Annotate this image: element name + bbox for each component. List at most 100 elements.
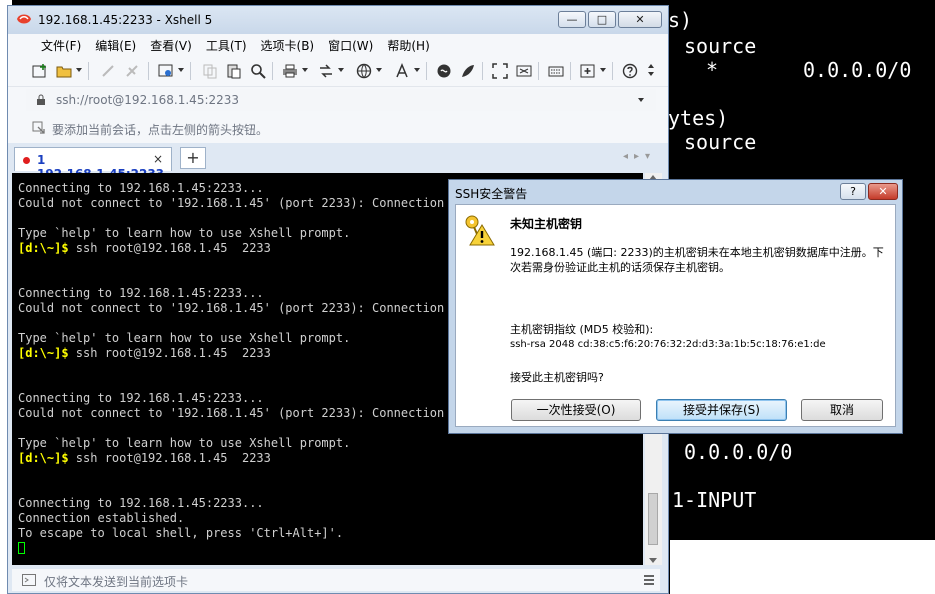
- properties-icon[interactable]: [158, 63, 174, 79]
- maximize-icon: □: [596, 13, 608, 26]
- menu-help[interactable]: 帮助(H): [380, 37, 436, 54]
- add-session-arrow-icon[interactable]: [32, 121, 46, 135]
- menu-tools[interactable]: 工具(T): [199, 37, 254, 54]
- chevron-down-icon[interactable]: [414, 68, 420, 72]
- dialog-body: 未知主机密钥 192.168.1.45 (端口: 2233)的主机密钥未在本地主…: [455, 204, 896, 427]
- bg-line: 0.0.0.0/0: [803, 58, 912, 82]
- menu-view[interactable]: 查看(V): [143, 37, 199, 54]
- chevron-down-icon[interactable]: [638, 98, 644, 102]
- window-title: 192.168.1.45:2233 - Xshell 5: [38, 13, 213, 27]
- tab-bar: 1 192.168.1.45:2233 × + ◂▸▾: [8, 143, 668, 181]
- compose-placeholder: 仅将文本发送到当前选项卡: [44, 575, 189, 589]
- terminal-text: ssh root@192.168.1.45 2233: [68, 241, 271, 255]
- scroll-thumb[interactable]: [648, 493, 658, 545]
- chevron-down-icon[interactable]: [376, 68, 382, 72]
- fullscreen-icon[interactable]: [492, 63, 508, 79]
- terminal-text: Connecting to 192.168.1.45:2233...: [18, 391, 264, 405]
- help-icon[interactable]: [622, 63, 638, 79]
- close-button[interactable]: ✕: [618, 11, 662, 28]
- menu-tabs[interactable]: 选项卡(B): [254, 37, 322, 54]
- bg-line: *: [706, 58, 719, 82]
- tab-scroll-arrows-icon[interactable]: ◂▸▾: [623, 151, 656, 162]
- chevron-down-icon[interactable]: [178, 68, 184, 72]
- terminal-line: Type `help' to learn how to use Xshell p…: [18, 226, 350, 240]
- tab-session-1[interactable]: 1 192.168.1.45:2233 ×: [14, 147, 172, 181]
- terminal-text: Could not connect to '192.168.1.45' (por…: [18, 406, 466, 420]
- add-icon[interactable]: [580, 63, 596, 79]
- copy-icon: [203, 64, 217, 79]
- transfer-icon[interactable]: [318, 63, 334, 79]
- disconnect-icon: [126, 65, 138, 77]
- connect-icon: [102, 65, 114, 77]
- terminal-text: To escape to local shell, press 'Ctrl+Al…: [18, 526, 344, 540]
- address-text: ssh://root@192.168.1.45:2233: [56, 93, 240, 107]
- fingerprint-value: ssh-rsa 2048 cd:38:c5:f6:20:76:32:2d:d3:…: [510, 339, 826, 350]
- terminal-text: Could not connect to '192.168.1.45' (por…: [18, 196, 466, 210]
- new-session-icon[interactable]: [32, 63, 48, 79]
- terminal-cursor: [18, 542, 25, 554]
- dialog-title: SSH安全警告: [455, 187, 528, 201]
- address-bar: ssh://root@192.168.1.45:2233: [8, 87, 668, 113]
- terminal-text: ssh root@192.168.1.45 2233: [68, 346, 271, 360]
- lock-screen-icon[interactable]: [516, 63, 532, 79]
- minimize-icon: —: [566, 13, 578, 26]
- terminal-line: Could not connect to '192.168.1.45' (por…: [18, 406, 466, 420]
- xftp-icon[interactable]: [460, 63, 476, 79]
- globe-icon[interactable]: [356, 63, 372, 79]
- scroll-down-icon[interactable]: [649, 558, 657, 563]
- menu-edit[interactable]: 编辑(E): [88, 37, 143, 54]
- terminal-line: [d:\~]$ ssh root@192.168.1.45 2233: [18, 346, 271, 360]
- accept-and-save-button[interactable]: 接受并保存(S): [656, 399, 787, 421]
- terminal-text: Connecting to 192.168.1.45:2233...: [18, 286, 264, 300]
- chevron-up-icon[interactable]: [648, 64, 654, 68]
- tab-close-icon[interactable]: ×: [153, 152, 163, 166]
- terminal-line: Type `help' to learn how to use Xshell p…: [18, 331, 350, 345]
- compose-icon: [22, 574, 36, 586]
- terminal-line: Type `help' to learn how to use Xshell p…: [18, 436, 350, 450]
- keyboard-icon[interactable]: [548, 63, 564, 79]
- accept-once-button[interactable]: 一次性接受(O): [511, 399, 641, 421]
- dialog-close-button[interactable]: ✕: [868, 183, 898, 200]
- terminal-line: Connecting to 192.168.1.45:2233...: [18, 181, 264, 195]
- dialog-help-button[interactable]: ?: [840, 183, 866, 200]
- maximize-button[interactable]: □: [588, 11, 616, 28]
- open-folder-icon[interactable]: [56, 63, 72, 79]
- chevron-down-icon[interactable]: [76, 68, 82, 72]
- font-icon[interactable]: [394, 63, 410, 79]
- title-bar[interactable]: 192.168.1.45:2233 - Xshell 5 — □ ✕: [8, 6, 668, 34]
- terminal-line: Connecting to 192.168.1.45:2233...: [18, 391, 264, 405]
- menu-icon[interactable]: [642, 573, 656, 587]
- background-window-bottom: [670, 540, 935, 594]
- menu-file[interactable]: 文件(F): [34, 37, 88, 54]
- cancel-button[interactable]: 取消: [801, 399, 883, 421]
- fingerprint-label: 主机密钥指纹 (MD5 校验和):: [510, 323, 654, 336]
- terminal-line: Could not connect to '192.168.1.45' (por…: [18, 196, 466, 210]
- dialog-question: 接受此主机密钥吗?: [510, 371, 604, 384]
- add-tab-button[interactable]: +: [180, 147, 206, 169]
- print-icon[interactable]: [282, 63, 298, 79]
- terminal-line: Connecting to 192.168.1.45:2233...: [18, 286, 264, 300]
- menu-bar: 文件(F) 编辑(E) 查看(V) 工具(T) 选项卡(B) 窗口(W) 帮助(…: [8, 34, 668, 56]
- script-icon[interactable]: [436, 63, 452, 79]
- find-icon[interactable]: [250, 63, 266, 79]
- xshell-logo-icon: [17, 14, 31, 24]
- chevron-down-icon[interactable]: [600, 68, 606, 72]
- hint-text: 要添加当前会话，点击左侧的箭头按钮。: [52, 123, 269, 137]
- terminal-line: Could not connect to '192.168.1.45' (por…: [18, 301, 466, 315]
- paste-icon[interactable]: [226, 63, 242, 79]
- compose-bar[interactable]: 仅将文本发送到当前选项卡: [12, 569, 660, 591]
- terminal-text: Connecting to 192.168.1.45:2233...: [18, 181, 264, 195]
- chevron-down-icon[interactable]: [302, 68, 308, 72]
- chevron-down-icon[interactable]: [648, 72, 654, 76]
- bg-line: s): [668, 8, 693, 32]
- chevron-down-icon[interactable]: [338, 68, 344, 72]
- terminal-text: Type `help' to learn how to use Xshell p…: [18, 436, 351, 450]
- shell-prompt: [d:\~]$: [18, 451, 69, 465]
- key-warning-icon: [465, 215, 495, 246]
- terminal-text: Could not connect to '192.168.1.45' (por…: [18, 301, 466, 315]
- close-icon: ✕: [635, 13, 645, 26]
- bg-line: ytes): [668, 106, 729, 130]
- address-input[interactable]: ssh://root@192.168.1.45:2233: [26, 89, 656, 111]
- minimize-button[interactable]: —: [558, 11, 586, 28]
- menu-window[interactable]: 窗口(W): [321, 37, 380, 54]
